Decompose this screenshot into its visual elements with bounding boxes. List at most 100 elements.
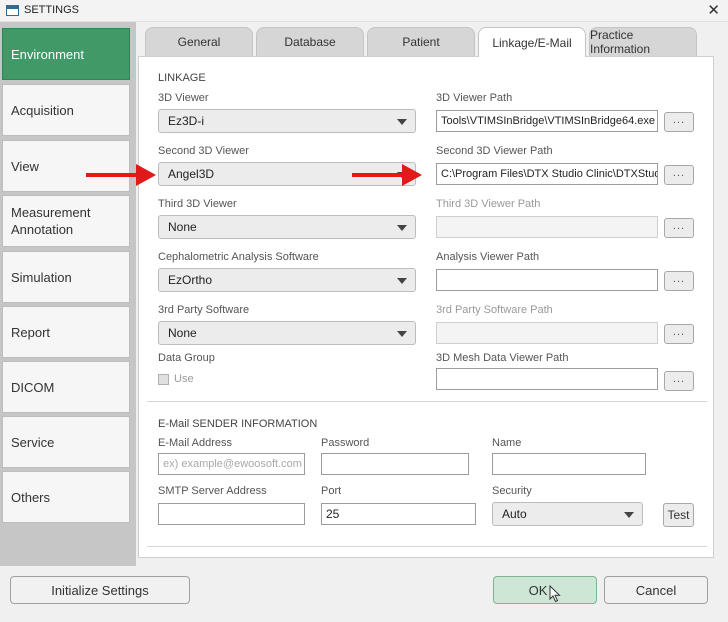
third-3d-viewer-value: None [168,220,197,234]
sidebar-item-others[interactable]: Others [2,471,130,523]
tab-label: Practice Information [590,28,651,56]
chevron-down-icon [397,331,407,337]
third-party-software-label: 3rd Party Software [158,304,250,316]
section-divider [147,401,707,402]
ceph-software-select[interactable]: EzOrtho [158,268,416,292]
security-value: Auto [502,507,527,521]
chevron-down-icon [397,278,407,284]
ceph-software-value: EzOrtho [168,273,213,287]
tab-practice-information[interactable]: Practice Information [589,27,697,56]
sidebar-item-simulation[interactable]: Simulation [2,251,130,303]
tab-general[interactable]: General [145,27,253,56]
analysis-viewer-path-input[interactable] [436,269,658,291]
sidebar-item-label: Acquisition [11,102,74,118]
second-3d-viewer-path-label: Second 3D Viewer Path [436,145,553,157]
sidebar-item-service[interactable]: Service [2,416,130,468]
3d-viewer-path-browse-button[interactable]: ... [664,112,694,132]
mouse-cursor-icon [549,585,562,603]
analysis-viewer-path-browse-button[interactable]: ... [664,271,694,291]
second-3d-viewer-value: Angel3D [168,167,215,181]
sidebar-item-report[interactable]: Report [2,306,130,358]
linkage-email-panel: LINKAGE 3D Viewer Ez3D-i 3D Viewer Path … [138,56,714,558]
third-party-software-value: None [168,326,197,340]
settings-window-icon [6,5,19,16]
email-address-placeholder: ex) example@ewoosoft.com [163,458,302,470]
third-party-software-path-browse-button[interactable]: ... [664,324,694,344]
name-label: Name [492,437,522,449]
sidebar-item-measurement-annotation[interactable]: Measurement Annotation [2,195,130,247]
sidebar-item-label: Environment [11,46,84,62]
sidebar-item-label: DICOM [11,379,55,395]
tab-label: General [177,35,221,49]
annotation-arrow-icon [86,164,156,186]
port-input[interactable]: 25 [321,503,476,525]
second-3d-viewer-path-value: C:\Program Files\DTX Studio Clinic\DTXSt… [441,168,658,180]
annotation-arrow-icon [352,164,422,186]
chevron-down-icon [397,119,407,125]
sidebar-item-label: Service [11,434,55,450]
mesh-viewer-path-browse-button[interactable]: ... [664,371,694,391]
sidebar-item-environment[interactable]: Environment [2,28,130,80]
port-label: Port [321,485,342,497]
security-select[interactable]: Auto [492,502,643,526]
smtp-server-input[interactable] [158,503,305,525]
tab-patient[interactable]: Patient [367,27,475,56]
cancel-button[interactable]: Cancel [604,576,708,604]
tab-label: Database [284,35,336,49]
data-group-use-label: Use [174,373,194,385]
third-party-software-select[interactable]: None [158,321,416,345]
third-3d-viewer-path-label: Third 3D Viewer Path [436,198,541,210]
close-icon[interactable]: ✕ [707,1,720,19]
second-3d-viewer-label: Second 3D Viewer [158,145,249,157]
data-group-label: Data Group [158,352,215,364]
chevron-down-icon [397,225,407,231]
section-divider [147,546,707,547]
title-bar: SETTINGS ✕ [0,0,728,22]
linkage-section-title: LINKAGE [158,72,206,84]
port-value: 25 [326,507,340,521]
sidebar-item-dicom[interactable]: DICOM [2,361,130,413]
sidebar-item-label: View [11,158,39,174]
3d-viewer-path-label: 3D Viewer Path [436,92,513,104]
3d-viewer-path-input[interactable]: Tools\VTIMSInBridge\VTIMSInBridge64.exe [436,110,658,132]
email-section-title: E-Mail SENDER INFORMATION [158,418,318,430]
sidebar-item-acquisition[interactable]: Acquisition [2,84,130,136]
tab-database[interactable]: Database [256,27,364,56]
3d-viewer-value: Ez3D-i [168,114,205,128]
sidebar-item-label: Report [11,324,51,340]
ok-label: OK [528,582,548,598]
second-3d-viewer-path-input[interactable]: C:\Program Files\DTX Studio Clinic\DTXSt… [436,163,658,185]
data-group-use-checkbox[interactable] [158,374,169,385]
password-input[interactable] [321,453,469,475]
sidebar-item-label: Simulation [11,269,72,285]
3d-viewer-path-value: Tools\VTIMSInBridge\VTIMSInBridge64.exe [441,115,655,127]
test-button[interactable]: Test [663,503,694,527]
window-title: SETTINGS [24,4,80,16]
third-3d-viewer-path-browse-button[interactable]: ... [664,218,694,238]
sidebar-item-label: Others [11,489,51,505]
email-address-label: E-Mail Address [158,437,232,449]
ok-button[interactable]: OK [493,576,597,604]
password-label: Password [321,437,370,449]
tab-linkage-email[interactable]: Linkage/E-Mail [478,27,586,57]
smtp-server-label: SMTP Server Address [158,485,267,497]
name-input[interactable] [492,453,646,475]
3d-viewer-label: 3D Viewer [158,92,209,104]
email-address-input[interactable]: ex) example@ewoosoft.com [158,453,305,475]
initialize-settings-button[interactable]: Initialize Settings [10,576,190,604]
third-party-software-path-input[interactable] [436,322,658,344]
third-3d-viewer-path-input[interactable] [436,216,658,238]
mesh-viewer-path-label: 3D Mesh Data Viewer Path [436,352,569,364]
mesh-viewer-path-input[interactable] [436,368,658,390]
third-party-software-path-label: 3rd Party Software Path [436,304,553,316]
tab-label: Linkage/E-Mail [492,35,572,50]
second-3d-viewer-path-browse-button[interactable]: ... [664,165,694,185]
third-3d-viewer-label: Third 3D Viewer [158,198,237,210]
security-label: Security [492,485,532,497]
analysis-viewer-path-label: Analysis Viewer Path [436,251,540,263]
sidebar-item-label: Measurement Annotation [11,205,91,237]
3d-viewer-select[interactable]: Ez3D-i [158,109,416,133]
tab-label: Patient [402,35,440,49]
third-3d-viewer-select[interactable]: None [158,215,416,239]
ceph-software-label: Cephalometric Analysis Software [158,251,319,263]
